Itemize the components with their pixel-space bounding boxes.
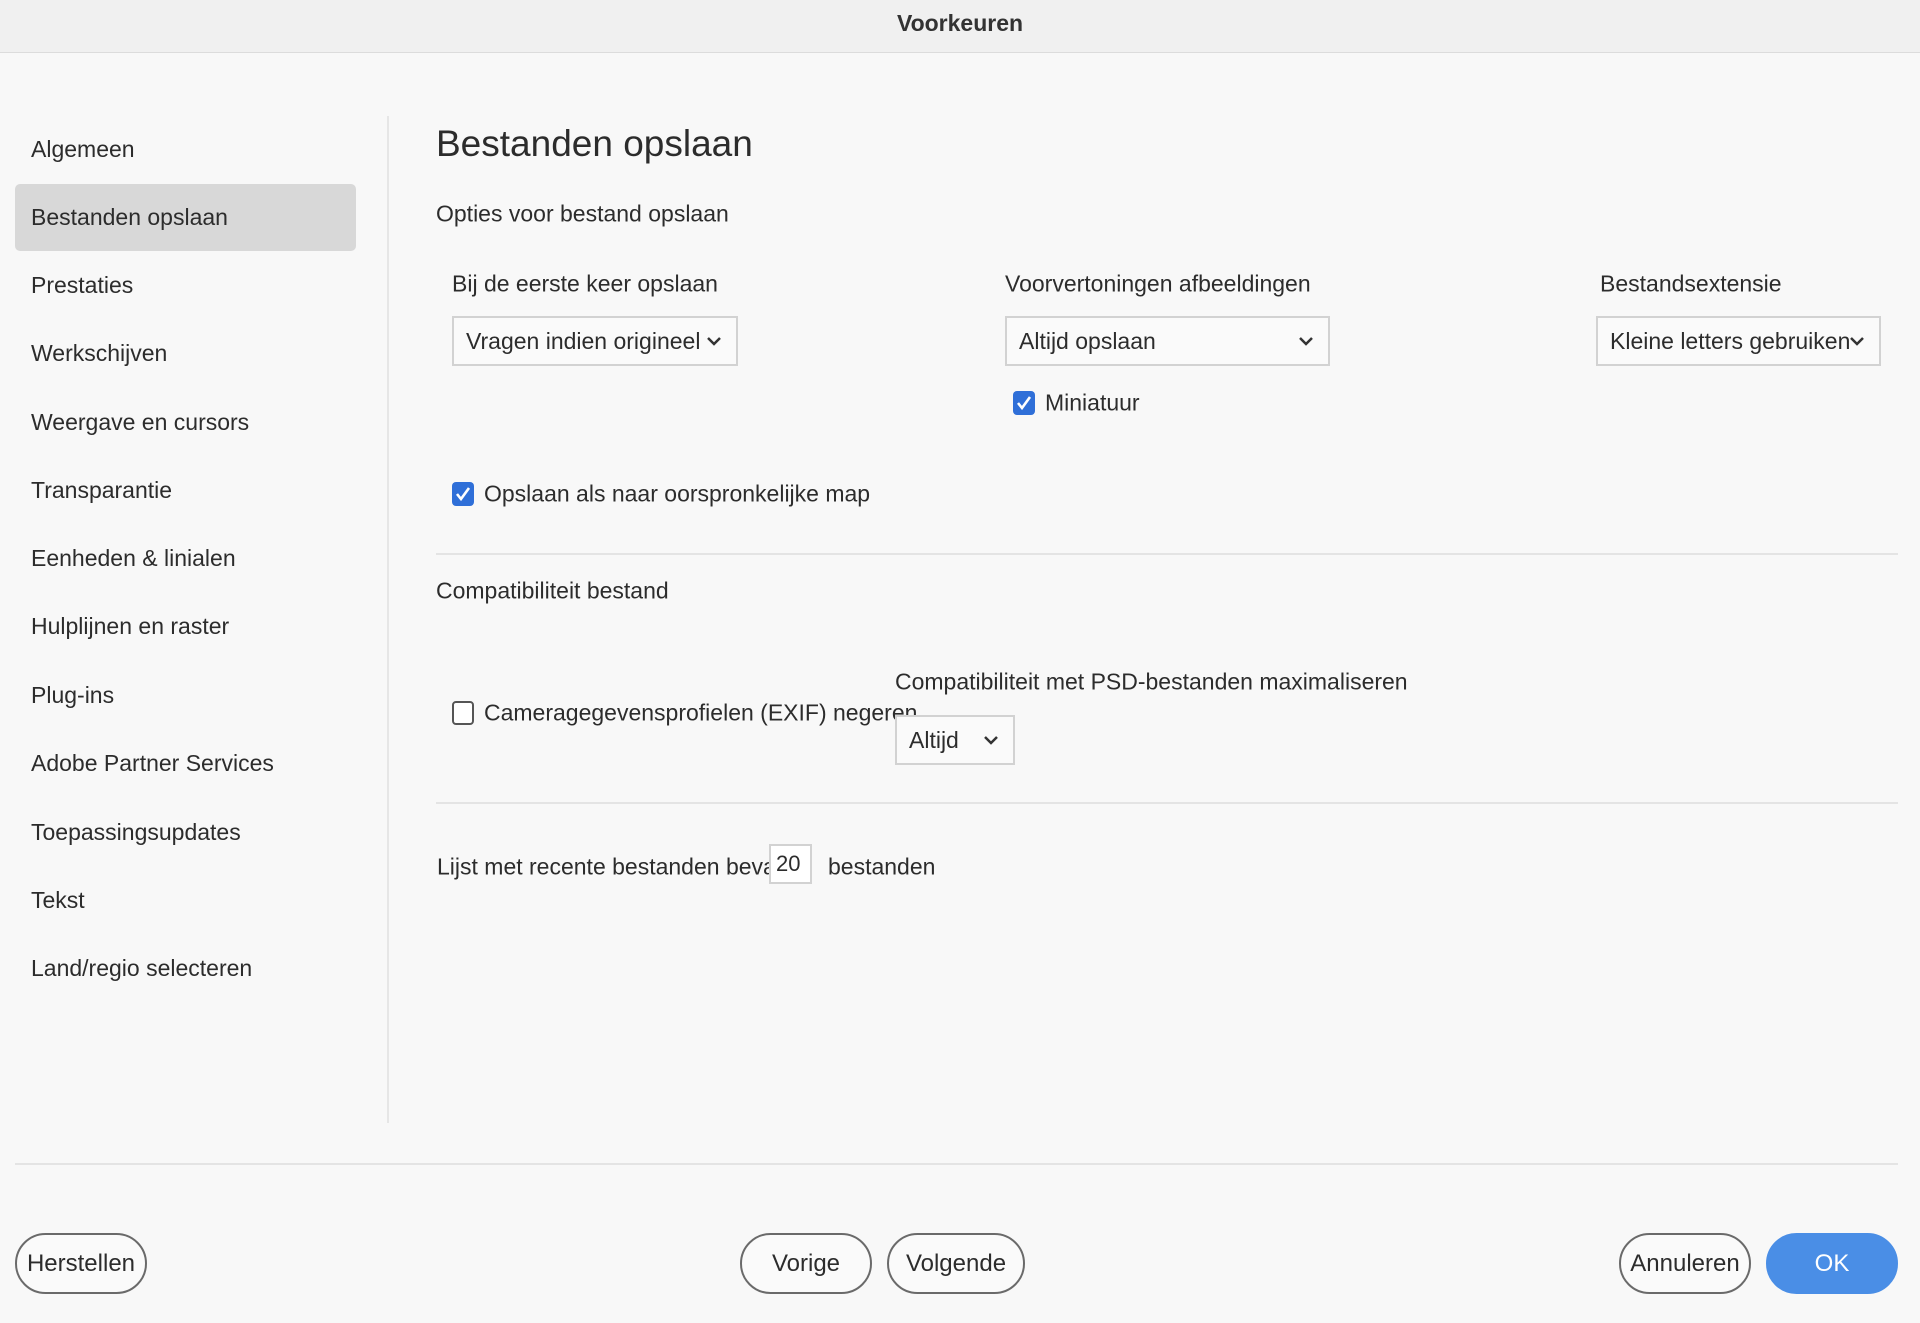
- sidebar-item-werkschijven[interactable]: Werkschijven: [15, 320, 356, 387]
- thumbnail-label: Miniatuur: [1045, 389, 1140, 416]
- sidebar-item-bestanden-opslaan[interactable]: Bestanden opslaan: [15, 184, 356, 251]
- reset-button[interactable]: Herstellen: [15, 1233, 147, 1294]
- sidebar-item-algemeen[interactable]: Algemeen: [15, 116, 356, 183]
- recent-files-suffix: bestanden: [828, 853, 936, 880]
- exif-label: Cameragegevensprofielen (EXIF) negeren: [484, 699, 918, 726]
- sidebar-item-prestaties[interactable]: Prestaties: [15, 252, 356, 319]
- cancel-button[interactable]: Annuleren: [1619, 1233, 1751, 1294]
- sidebar-item-partner-services[interactable]: Adobe Partner Services: [15, 730, 356, 797]
- next-button[interactable]: Volgende: [887, 1233, 1025, 1294]
- divider: [436, 802, 1898, 804]
- sidebar-item-tekst[interactable]: Tekst: [15, 867, 356, 934]
- first-save-select[interactable]: Vragen indien origineel: [452, 316, 738, 366]
- page-title: Bestanden opslaan: [436, 123, 753, 164]
- extension-select[interactable]: Kleine letters gebruiken: [1596, 316, 1881, 366]
- chevron-down-icon: [1299, 337, 1313, 346]
- sidebar-item-plugins[interactable]: Plug-ins: [15, 662, 356, 729]
- first-save-value: Vragen indien origineel: [466, 328, 701, 354]
- recent-files-count-input[interactable]: 20: [769, 844, 812, 884]
- previous-button[interactable]: Vorige: [740, 1233, 872, 1294]
- psd-compat-select[interactable]: Altijd: [895, 715, 1015, 765]
- sidebar-item-hulplijnen[interactable]: Hulplijnen en raster: [15, 593, 356, 660]
- previews-value: Altijd opslaan: [1019, 328, 1156, 354]
- save-as-original-checkbox[interactable]: [452, 482, 474, 506]
- checkmark-icon: [1016, 396, 1032, 411]
- checkmark-icon: [455, 487, 471, 502]
- extension-value: Kleine letters gebruiken: [1610, 328, 1851, 354]
- psd-compat-label: Compatibiliteit met PSD-bestanden maxima…: [895, 668, 1408, 695]
- thumbnail-checkbox[interactable]: [1013, 391, 1035, 415]
- window-title: Voorkeuren: [0, 0, 1920, 53]
- chevron-down-icon: [984, 736, 998, 745]
- previews-select[interactable]: Altijd opslaan: [1005, 316, 1330, 366]
- recent-files-prefix: Lijst met recente bestanden bevat: [437, 853, 783, 880]
- exif-checkbox[interactable]: [452, 701, 474, 725]
- sidebar-item-weergave[interactable]: Weergave en cursors: [15, 389, 356, 456]
- sidebar-item-eenheden[interactable]: Eenheden & linialen: [15, 525, 356, 592]
- psd-compat-value: Altijd: [909, 727, 959, 753]
- first-save-label: Bij de eerste keer opslaan: [452, 270, 718, 297]
- section-heading-compat: Compatibiliteit bestand: [436, 577, 669, 604]
- extension-label: Bestandsextensie: [1600, 270, 1782, 297]
- sidebar-divider: [387, 116, 389, 1123]
- divider: [436, 553, 1898, 555]
- save-as-original-label: Opslaan als naar oorspronkelijke map: [484, 480, 871, 507]
- sidebar-item-updates[interactable]: Toepassingsupdates: [15, 799, 356, 866]
- sidebar-item-transparantie[interactable]: Transparantie: [15, 457, 356, 524]
- section-heading-save-options: Opties voor bestand opslaan: [436, 200, 729, 227]
- previews-label: Voorvertoningen afbeeldingen: [1005, 270, 1311, 297]
- sidebar-item-land-regio[interactable]: Land/regio selecteren: [15, 935, 356, 1002]
- footer-divider: [15, 1163, 1898, 1165]
- chevron-down-icon: [1850, 337, 1864, 346]
- ok-button[interactable]: OK: [1766, 1233, 1898, 1294]
- chevron-down-icon: [707, 337, 721, 346]
